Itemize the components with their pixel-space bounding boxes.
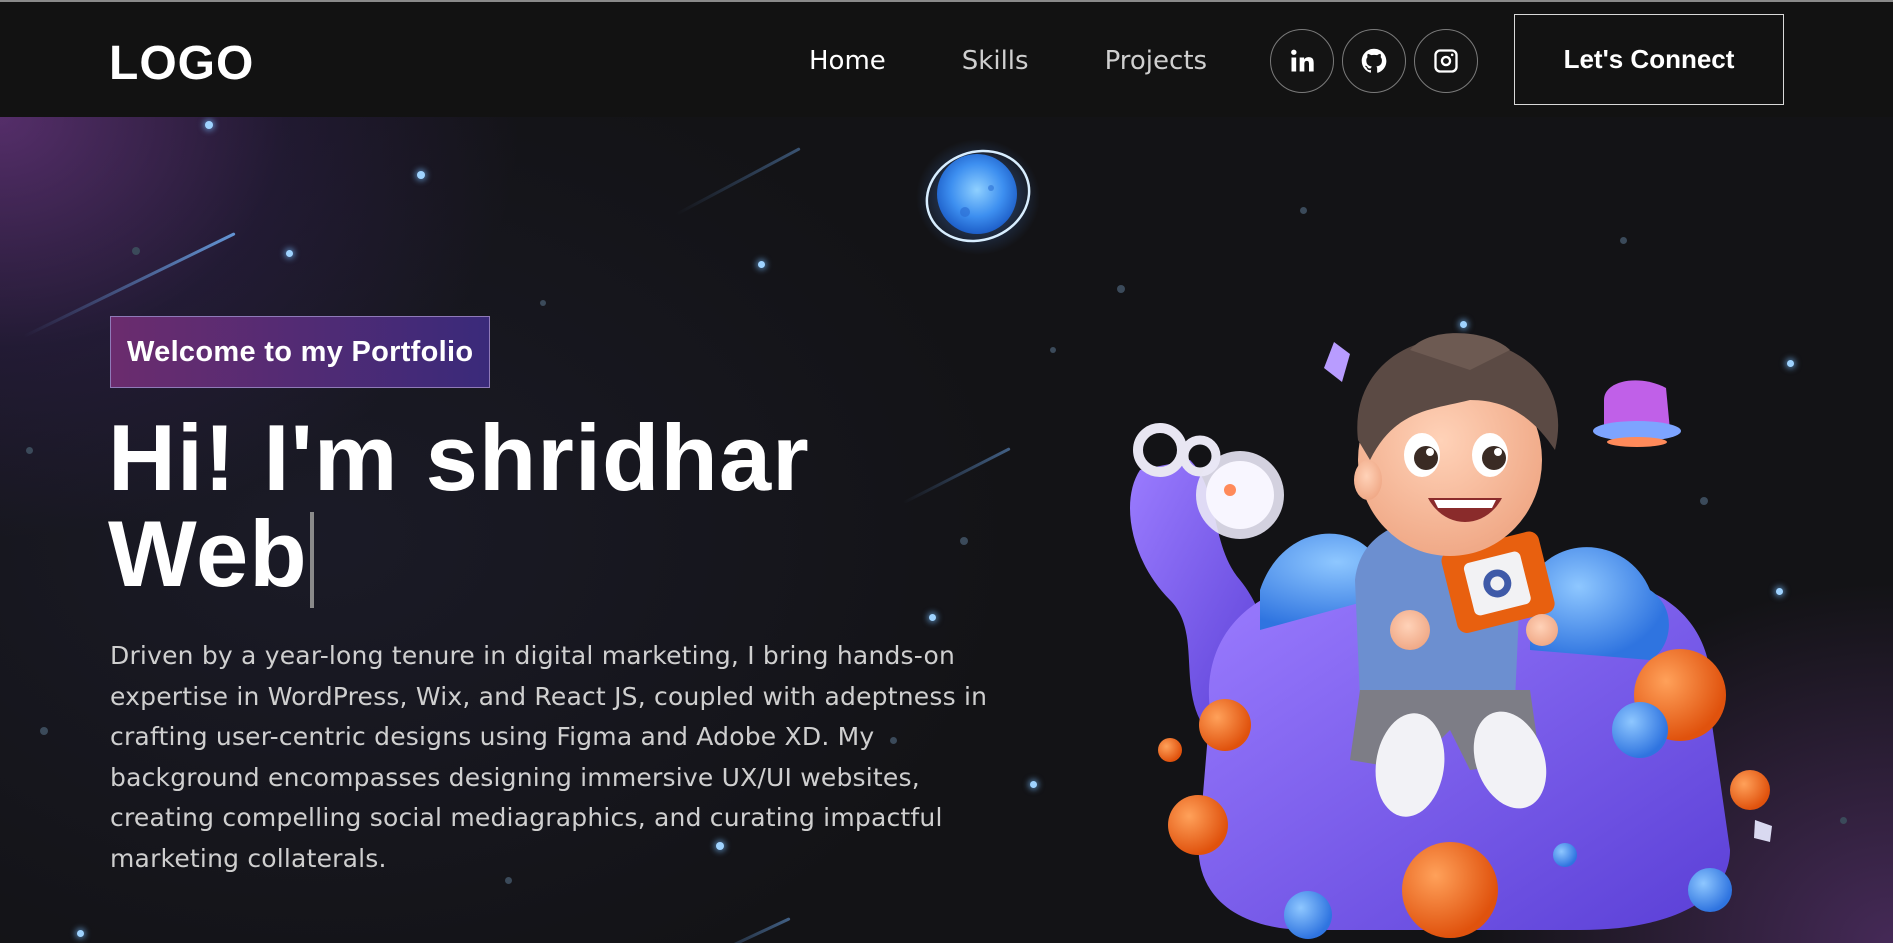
shooting-star (902, 447, 1011, 505)
instagram-button[interactable] (1414, 29, 1478, 93)
star (929, 614, 936, 621)
nav-links: Home Skills Projects (809, 46, 1283, 76)
shooting-star (698, 917, 791, 943)
nav-link-skills[interactable]: Skills (962, 46, 1029, 76)
star (417, 171, 425, 179)
headline-line-2: Web (108, 506, 810, 608)
star (77, 930, 84, 937)
lets-connect-button[interactable]: Let's Connect (1514, 14, 1784, 105)
navbar: LOGO Home Skills Projects Let's Connect (0, 2, 1893, 117)
star (1050, 347, 1056, 353)
glowing-moon-icon (916, 139, 1040, 255)
nav-link-home[interactable]: Home (809, 46, 886, 76)
star (1117, 285, 1125, 293)
github-button[interactable] (1342, 29, 1406, 93)
star (960, 537, 968, 545)
headline-line-1: Hi! I'm shridhar (108, 405, 810, 510)
star (132, 247, 140, 255)
linkedin-icon (1291, 49, 1314, 72)
star (540, 300, 546, 306)
linkedin-button[interactable] (1270, 29, 1334, 93)
welcome-badge: Welcome to my Portfolio (110, 316, 491, 388)
star (1460, 321, 1467, 328)
hero-description: Driven by a year-long tenure in digital … (110, 641, 988, 873)
star (286, 250, 293, 257)
star (758, 261, 765, 268)
star (1300, 207, 1307, 214)
portfolio-page: LOGO Home Skills Projects Let's Connect … (0, 0, 1893, 943)
github-icon (1361, 48, 1387, 73)
nav-link-projects[interactable]: Projects (1105, 46, 1208, 76)
star (1620, 237, 1627, 244)
star (26, 447, 33, 454)
typed-role-text: Web (108, 501, 308, 606)
typing-cursor (309, 512, 314, 608)
logo[interactable]: LOGO (109, 36, 254, 91)
star (1840, 817, 1847, 824)
star (205, 121, 213, 129)
hero-illustration (1130, 333, 1772, 939)
star (1030, 781, 1037, 788)
star (40, 727, 48, 735)
instagram-icon (1434, 49, 1458, 73)
shooting-star (675, 147, 801, 216)
hero-headline: Hi! I'm shridhar Web (108, 410, 810, 608)
social-links (1270, 29, 1486, 93)
